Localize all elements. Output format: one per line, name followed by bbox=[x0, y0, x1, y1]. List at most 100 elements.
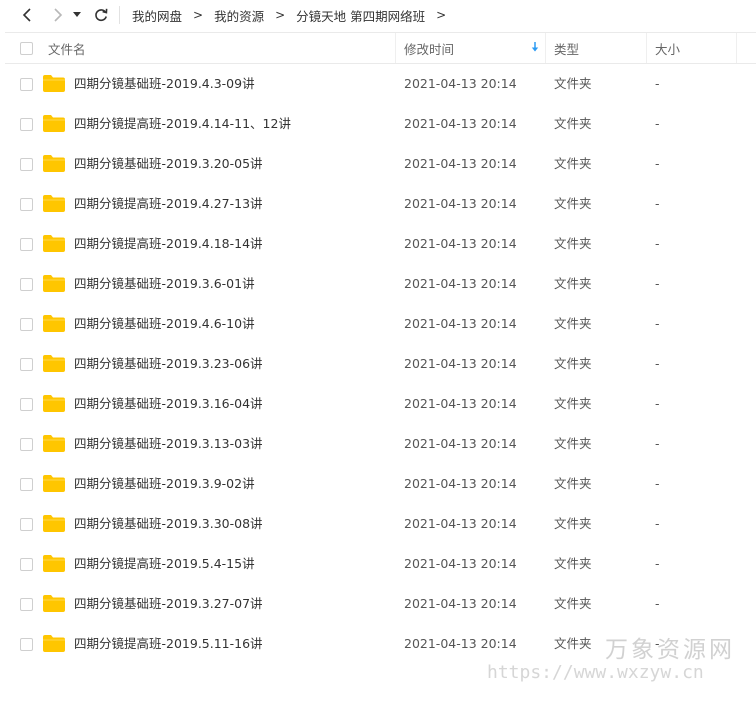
navigation-bar: 我的网盘 > 我的资源 > 分镜天地 第四期网络班 > bbox=[0, 0, 756, 30]
list-item[interactable]: 四期分镜提高班-2019.4.18-14讲 2021-04-13 20:14 文件夹… bbox=[5, 224, 756, 264]
file-name[interactable]: 四期分镜基础班-2019.4.6-10讲 bbox=[74, 304, 255, 344]
list-item[interactable]: 四期分镜基础班-2019.3.23-06讲 2021-04-13 20:14 文件夹… bbox=[5, 344, 756, 384]
file-list: 四期分镜基础班-2019.4.3-09讲 2021-04-13 20:14 文件夹 -… bbox=[5, 64, 756, 664]
file-name[interactable]: 四期分镜提高班-2019.5.4-15讲 bbox=[74, 544, 255, 584]
file-size: - bbox=[655, 596, 660, 611]
file-type: 文件夹 bbox=[554, 556, 592, 571]
column-divider bbox=[736, 33, 737, 63]
file-size: - bbox=[655, 276, 660, 291]
folder-icon bbox=[43, 75, 65, 95]
file-name[interactable]: 四期分镜基础班-2019.4.3-09讲 bbox=[74, 64, 255, 104]
file-size: - bbox=[655, 436, 660, 451]
folder-icon bbox=[43, 275, 65, 295]
folder-icon bbox=[43, 115, 65, 135]
file-name[interactable]: 四期分镜基础班-2019.3.20-05讲 bbox=[74, 144, 263, 184]
watermark-text: 万象资源网 bbox=[605, 637, 735, 663]
file-size: - bbox=[655, 556, 660, 571]
column-divider bbox=[646, 33, 647, 63]
sort-down-arrow-icon[interactable] bbox=[531, 42, 539, 53]
file-name[interactable]: 四期分镜提高班-2019.5.11-16讲 bbox=[74, 624, 263, 664]
back-button[interactable] bbox=[16, 4, 38, 26]
list-item[interactable]: 四期分镜基础班-2019.3.6-01讲 2021-04-13 20:14 文件夹 - bbox=[5, 264, 756, 304]
file-name[interactable]: 四期分镜基础班-2019.3.30-08讲 bbox=[74, 504, 263, 544]
file-size: - bbox=[655, 396, 660, 411]
column-header-name[interactable]: 文件名 bbox=[48, 33, 86, 63]
folder-icon bbox=[43, 595, 65, 615]
row-checkbox[interactable] bbox=[20, 198, 33, 211]
file-name[interactable]: 四期分镜提高班-2019.4.14-11、12讲 bbox=[74, 104, 291, 144]
list-item[interactable]: 四期分镜基础班-2019.3.20-05讲 2021-04-13 20:14 文件夹… bbox=[5, 144, 756, 184]
list-item[interactable]: 四期分镜基础班-2019.4.3-09讲 2021-04-13 20:14 文件夹 - bbox=[5, 64, 756, 104]
row-checkbox[interactable] bbox=[20, 598, 33, 611]
breadcrumb-item-my-resources[interactable]: 我的资源 bbox=[214, 6, 264, 25]
file-type: 文件夹 bbox=[554, 116, 592, 131]
row-checkbox[interactable] bbox=[20, 278, 33, 291]
file-name[interactable]: 四期分镜基础班-2019.3.13-03讲 bbox=[74, 424, 263, 464]
modified-time: 2021-04-13 20:14 bbox=[404, 556, 517, 571]
folder-icon bbox=[43, 315, 65, 335]
file-size: - bbox=[655, 196, 660, 211]
history-dropdown-button[interactable] bbox=[70, 4, 84, 26]
file-type: 文件夹 bbox=[554, 476, 592, 491]
column-header-size[interactable]: 大小 bbox=[655, 33, 680, 63]
watermark-url: https://www.wxzyw.cn bbox=[487, 662, 704, 683]
forward-button[interactable] bbox=[47, 4, 69, 26]
row-checkbox[interactable] bbox=[20, 118, 33, 131]
select-all-checkbox[interactable] bbox=[20, 41, 33, 55]
list-item[interactable]: 四期分镜基础班-2019.4.6-10讲 2021-04-13 20:14 文件夹 - bbox=[5, 304, 756, 344]
list-item[interactable]: 四期分镜基础班-2019.3.9-02讲 2021-04-13 20:14 文件夹 - bbox=[5, 464, 756, 504]
modified-time: 2021-04-13 20:14 bbox=[404, 516, 517, 531]
folder-icon bbox=[43, 475, 65, 495]
breadcrumb-item-my-disk[interactable]: 我的网盘 bbox=[132, 6, 182, 25]
row-checkbox[interactable] bbox=[20, 158, 33, 171]
caret-down-icon bbox=[73, 12, 81, 17]
modified-time: 2021-04-13 20:14 bbox=[404, 636, 517, 651]
modified-time: 2021-04-13 20:14 bbox=[404, 196, 517, 211]
file-size: - bbox=[655, 316, 660, 331]
row-checkbox[interactable] bbox=[20, 478, 33, 491]
row-checkbox[interactable] bbox=[20, 518, 33, 531]
refresh-button[interactable] bbox=[90, 4, 112, 26]
column-header-type[interactable]: 类型 bbox=[554, 33, 579, 63]
list-item[interactable]: 四期分镜提高班-2019.5.4-15讲 2021-04-13 20:14 文件夹 - bbox=[5, 544, 756, 584]
row-checkbox[interactable] bbox=[20, 358, 33, 371]
file-type: 文件夹 bbox=[554, 156, 592, 171]
list-item[interactable]: 四期分镜基础班-2019.3.27-07讲 2021-04-13 20:14 文件夹… bbox=[5, 584, 756, 624]
file-name[interactable]: 四期分镜基础班-2019.3.16-04讲 bbox=[74, 384, 263, 424]
breadcrumb-separator: > bbox=[193, 8, 204, 22]
column-header-modified[interactable]: 修改时间 bbox=[404, 33, 454, 63]
file-size: - bbox=[655, 236, 660, 251]
row-checkbox[interactable] bbox=[20, 78, 33, 91]
list-item[interactable]: 四期分镜基础班-2019.3.16-04讲 2021-04-13 20:14 文件夹… bbox=[5, 384, 756, 424]
list-item[interactable]: 四期分镜基础班-2019.3.30-08讲 2021-04-13 20:14 文件夹… bbox=[5, 504, 756, 544]
row-checkbox[interactable] bbox=[20, 638, 33, 651]
breadcrumb-item-current-folder[interactable]: 分镜天地 第四期网络班 bbox=[296, 6, 425, 25]
file-type: 文件夹 bbox=[554, 636, 592, 651]
row-checkbox[interactable] bbox=[20, 318, 33, 331]
row-checkbox[interactable] bbox=[20, 438, 33, 451]
folder-icon bbox=[43, 355, 65, 375]
file-name[interactable]: 四期分镜基础班-2019.3.6-01讲 bbox=[74, 264, 255, 304]
folder-icon bbox=[43, 195, 65, 215]
file-name[interactable]: 四期分镜提高班-2019.4.27-13讲 bbox=[74, 184, 263, 224]
select-all-checkbox-cell bbox=[20, 33, 33, 63]
file-type: 文件夹 bbox=[554, 436, 592, 451]
file-browser: 我的网盘 > 我的资源 > 分镜天地 第四期网络班 > 文件名 修改时间 类型 … bbox=[0, 0, 756, 707]
file-type: 文件夹 bbox=[554, 356, 592, 371]
breadcrumb-separator: > bbox=[275, 8, 286, 22]
row-checkbox[interactable] bbox=[20, 558, 33, 571]
nav-divider bbox=[119, 6, 120, 24]
file-name[interactable]: 四期分镜基础班-2019.3.23-06讲 bbox=[74, 344, 263, 384]
list-item[interactable]: 四期分镜提高班-2019.4.14-11、12讲 2021-04-13 20:14… bbox=[5, 104, 756, 144]
list-item[interactable]: 四期分镜基础班-2019.3.13-03讲 2021-04-13 20:14 文件夹… bbox=[5, 424, 756, 464]
file-name[interactable]: 四期分镜提高班-2019.4.18-14讲 bbox=[74, 224, 263, 264]
folder-icon bbox=[43, 155, 65, 175]
breadcrumb: 我的网盘 > 我的资源 > 分镜天地 第四期网络班 > bbox=[132, 0, 457, 30]
file-name[interactable]: 四期分镜基础班-2019.3.27-07讲 bbox=[74, 584, 263, 624]
row-checkbox[interactable] bbox=[20, 398, 33, 411]
file-name[interactable]: 四期分镜基础班-2019.3.9-02讲 bbox=[74, 464, 255, 504]
modified-time: 2021-04-13 20:14 bbox=[404, 236, 517, 251]
chevron-right-icon bbox=[54, 8, 63, 22]
row-checkbox[interactable] bbox=[20, 238, 33, 251]
list-item[interactable]: 四期分镜提高班-2019.4.27-13讲 2021-04-13 20:14 文件夹… bbox=[5, 184, 756, 224]
